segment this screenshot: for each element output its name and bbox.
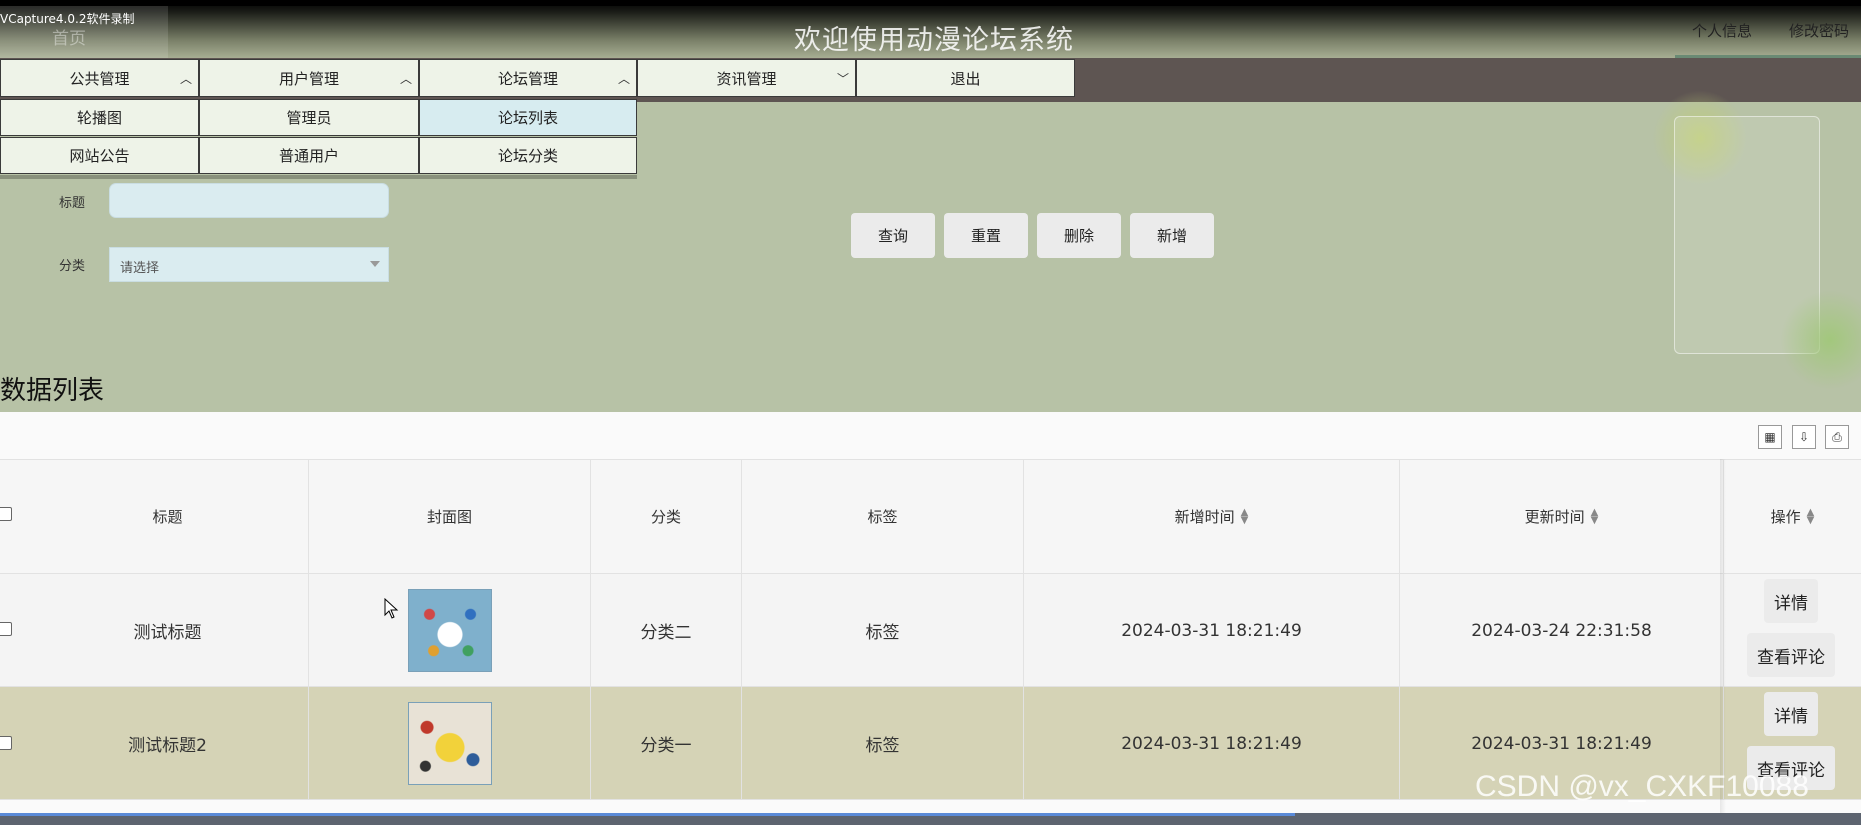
- cell-tag: 标签: [742, 574, 1024, 687]
- menu-label: 公共管理: [69, 69, 130, 88]
- menu-news[interactable]: 资讯管理 ﹀: [637, 59, 856, 97]
- query-button[interactable]: 查询: [851, 213, 935, 258]
- menu-label: 论坛管理: [497, 69, 558, 88]
- submenu-carousel[interactable]: 轮播图: [0, 99, 199, 136]
- delete-button[interactable]: 删除: [1037, 213, 1121, 258]
- capture-label: VCapture4.0.2软件录制: [0, 12, 135, 26]
- capture-bar: [0, 0, 1861, 6]
- header-label: 标签: [867, 508, 898, 526]
- menu-logout[interactable]: 退出: [856, 59, 1075, 97]
- col-created[interactable]: 新增时间 ▲ ▼: [1024, 459, 1400, 574]
- columns-icon[interactable]: ▦: [1758, 425, 1782, 449]
- select-all-checkbox[interactable]: [0, 507, 12, 521]
- cell-tag: 标签: [742, 687, 1024, 800]
- profile-link[interactable]: 个人信息: [1692, 20, 1752, 41]
- col-actions[interactable]: 操作 ▲ ▼: [1724, 459, 1861, 574]
- cell-updated: 2024-03-24 22:31:58: [1400, 574, 1724, 687]
- cover-image[interactable]: [407, 589, 492, 672]
- submenu-forum-list[interactable]: 论坛列表: [419, 99, 637, 136]
- sort-icon: ▲ ▼: [1240, 506, 1249, 526]
- col-updated[interactable]: 更新时间 ▲ ▼: [1400, 459, 1724, 574]
- title-label: 标题: [59, 196, 86, 211]
- title-input[interactable]: [109, 183, 389, 218]
- cell-title: 测试标题2: [27, 687, 309, 800]
- export-icon[interactable]: ⇩: [1792, 425, 1816, 449]
- submenu-announcement[interactable]: 网站公告: [0, 137, 199, 174]
- print-icon[interactable]: ⎙: [1825, 425, 1849, 449]
- reset-button[interactable]: 重置: [944, 213, 1028, 258]
- menu-label: 资讯管理: [716, 69, 777, 88]
- cell-title: 测试标题: [27, 574, 309, 687]
- view-comments-button[interactable]: 查看评论: [1747, 633, 1835, 677]
- progress-strip: [0, 813, 1295, 816]
- mouse-cursor-icon: [384, 598, 399, 619]
- header-label: 分类: [650, 508, 681, 526]
- change-password-link[interactable]: 修改密码: [1789, 20, 1849, 41]
- submenu-forum-category[interactable]: 论坛分类: [419, 137, 637, 174]
- col-cover: 封面图: [309, 459, 591, 574]
- cell-category: 分类二: [591, 574, 742, 687]
- add-button[interactable]: 新增: [1130, 213, 1214, 258]
- site-title: 欢迎使用动漫论坛系统: [794, 25, 1074, 56]
- header-label: 操作: [1770, 508, 1801, 526]
- cover-image[interactable]: [407, 702, 492, 785]
- header-label: 标题: [152, 508, 183, 526]
- caret-down-icon: [370, 261, 380, 267]
- submenu-admin[interactable]: 管理员: [199, 99, 419, 136]
- col-tag: 标签: [742, 459, 1024, 574]
- detail-button[interactable]: 详情: [1764, 579, 1818, 623]
- cell-category: 分类一: [591, 687, 742, 800]
- chevron-down-icon: ﹀: [836, 72, 849, 86]
- col-category: 分类: [591, 459, 742, 574]
- submenu-normal-user[interactable]: 普通用户: [199, 137, 419, 174]
- menu-public[interactable]: 公共管理 ︿: [0, 59, 199, 97]
- header-label: 封面图: [426, 508, 472, 526]
- cell-cover: [309, 687, 591, 800]
- row-checkbox[interactable]: [0, 736, 12, 750]
- header-label: 新增时间: [1174, 508, 1235, 526]
- menu-label: 退出: [950, 69, 981, 88]
- cell-cover: [309, 574, 591, 687]
- chevron-up-icon: ︿: [399, 72, 412, 86]
- section-title: 数据列表: [0, 376, 105, 406]
- chevron-up-icon: ︿: [179, 72, 192, 86]
- sort-icon: ▲ ▼: [1806, 506, 1815, 526]
- menu-users[interactable]: 用户管理 ︿: [199, 59, 419, 97]
- menu-forum[interactable]: 论坛管理 ︿: [419, 59, 637, 97]
- menu-label: 用户管理: [278, 69, 339, 88]
- category-placeholder: 请选择: [120, 261, 160, 276]
- cell-created: 2024-03-31 18:21:49: [1024, 687, 1400, 800]
- col-title: 标题: [27, 459, 309, 574]
- submenu-shadow: [0, 175, 637, 179]
- cell-created: 2024-03-31 18:21:49: [1024, 574, 1400, 687]
- sort-icon: ▲ ▼: [1590, 506, 1599, 526]
- row-checkbox[interactable]: [0, 622, 12, 636]
- watermark: CSDN @vx_CXKF10088: [1475, 770, 1809, 803]
- header-label: 更新时间: [1524, 508, 1585, 526]
- category-label: 分类: [59, 259, 86, 274]
- chevron-up-icon: ︿: [617, 72, 630, 86]
- category-select[interactable]: 请选择: [109, 247, 389, 282]
- detail-button[interactable]: 详情: [1764, 692, 1818, 736]
